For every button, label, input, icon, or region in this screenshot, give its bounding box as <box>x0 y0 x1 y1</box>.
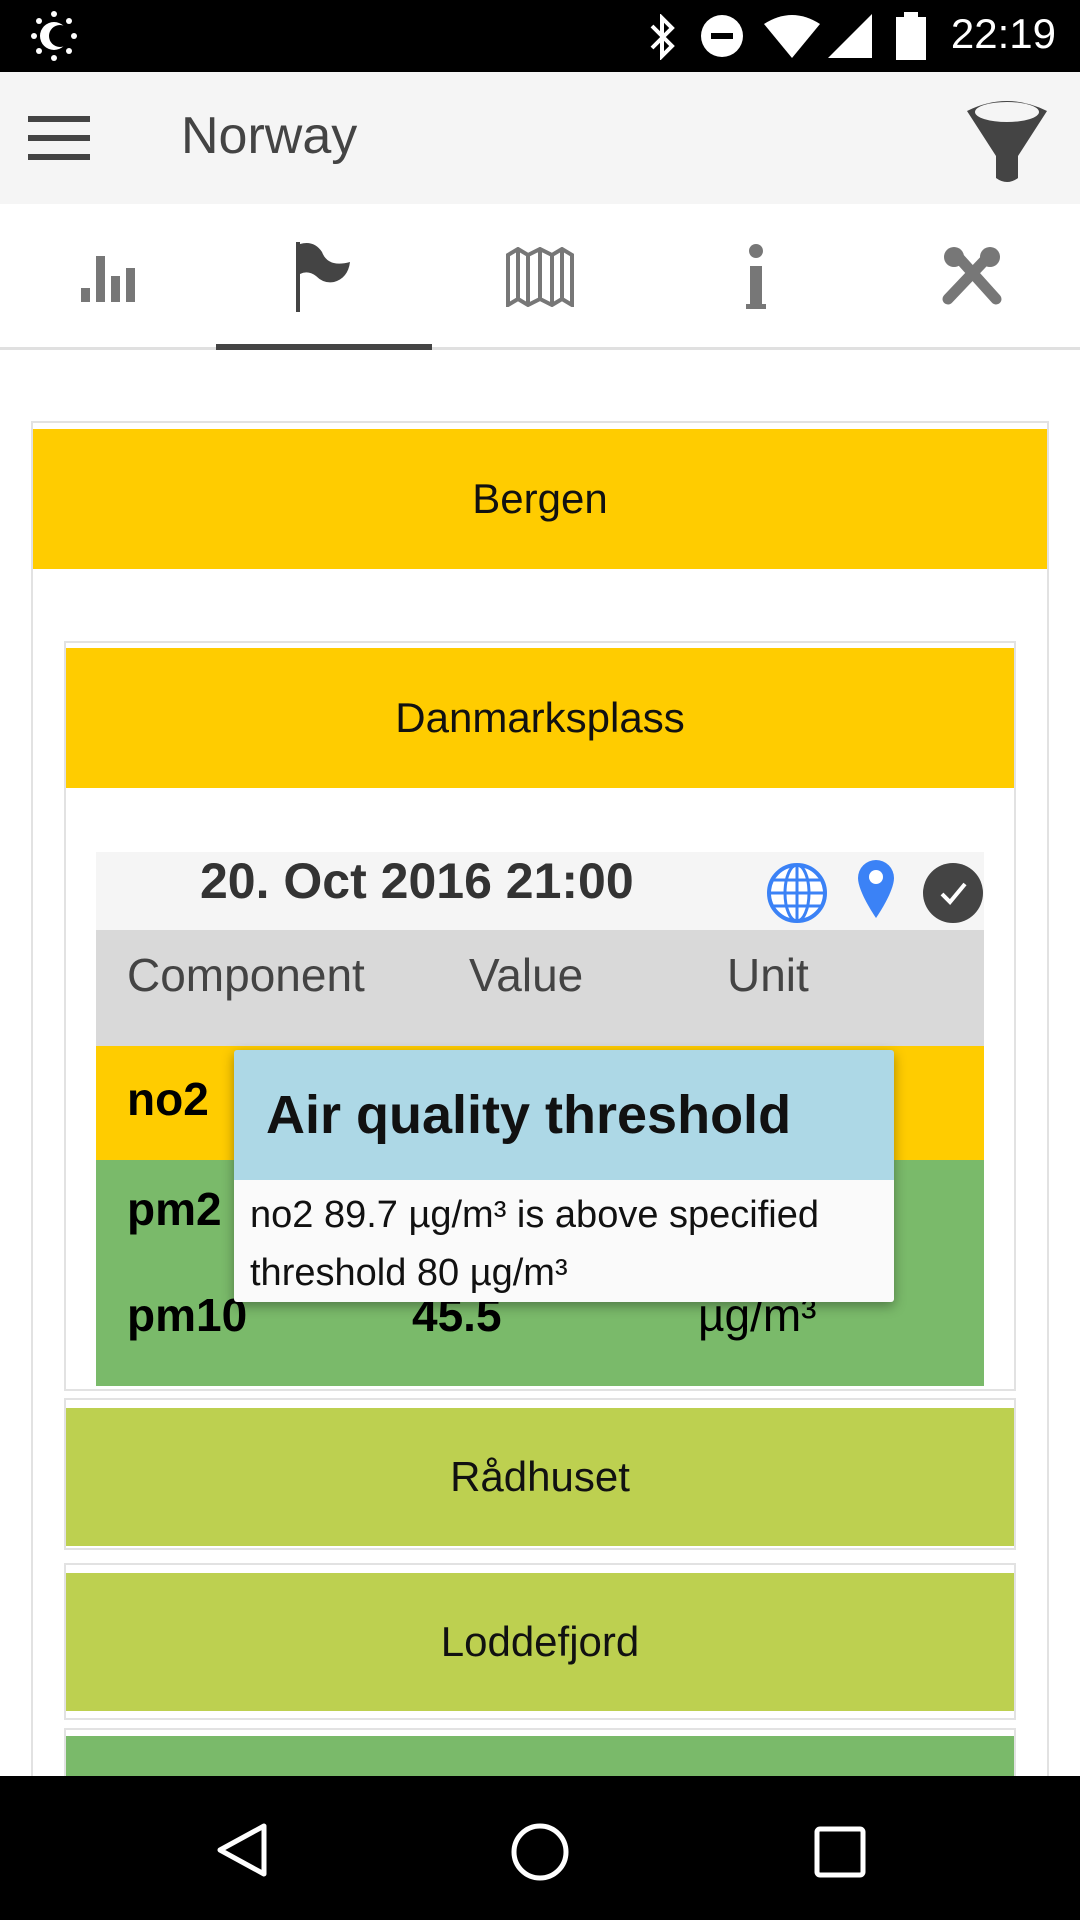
region-header-bergen[interactable]: Bergen <box>33 429 1047 569</box>
threshold-popup[interactable]: Air quality threshold no2 89.7 µg/m³ is … <box>234 1050 894 1302</box>
tools-icon <box>942 247 1002 305</box>
back-icon[interactable] <box>214 1822 270 1878</box>
component-name: pm10 <box>127 1289 248 1341</box>
bluetooth-icon <box>650 14 675 60</box>
flag-icon <box>296 242 350 312</box>
component-name: pm2 <box>127 1183 222 1235</box>
info-icon <box>746 244 766 309</box>
menu-icon[interactable] <box>28 116 90 160</box>
location-pin-icon[interactable] <box>858 860 894 918</box>
page-title: Norway <box>181 107 358 165</box>
tab-stations[interactable] <box>216 204 432 350</box>
active-tab-indicator <box>216 344 432 350</box>
popup-title: Air quality threshold <box>266 1085 792 1145</box>
column-header-component: Component <box>127 949 365 1001</box>
tab-map[interactable] <box>432 204 648 350</box>
clock: 22:19 <box>950 10 1056 57</box>
globe-icon[interactable] <box>766 862 828 924</box>
station-header-loddefjord[interactable]: Loddefjord <box>66 1573 1014 1711</box>
status-bar: 22:19 <box>0 0 1080 72</box>
component-name: no2 <box>127 1073 209 1125</box>
timestamp-row: 20. Oct 2016 21:00 <box>96 852 984 930</box>
bar-chart-icon <box>81 256 135 302</box>
map-icon <box>506 247 574 307</box>
tab-info[interactable] <box>648 204 864 350</box>
recents-icon[interactable] <box>814 1826 866 1878</box>
brightness-icon <box>31 11 77 61</box>
do-not-disturb-icon <box>701 15 743 57</box>
column-header-unit: Unit <box>727 949 809 1001</box>
popup-header: Air quality threshold <box>234 1050 894 1180</box>
table-header: Component Value Unit <box>96 930 984 1046</box>
popup-message: no2 89.7 µg/m³ is above specified thresh… <box>234 1180 894 1302</box>
signal-icon <box>828 14 872 58</box>
tab-bar <box>0 204 1080 350</box>
filter-icon[interactable] <box>962 96 1052 186</box>
column-header-value: Value <box>469 949 584 1001</box>
check-icon[interactable] <box>922 862 984 924</box>
battery-icon <box>896 12 926 60</box>
station-header-radhuset[interactable]: Rådhuset <box>66 1408 1014 1546</box>
timestamp: 20. Oct 2016 21:00 <box>200 853 634 909</box>
app-bar: Norway <box>0 72 1080 204</box>
station-header-danmarksplass[interactable]: Danmarksplass <box>66 648 1014 788</box>
tab-settings[interactable] <box>864 204 1080 350</box>
wifi-icon <box>764 15 820 58</box>
home-icon[interactable] <box>510 1822 570 1882</box>
tab-statistics[interactable] <box>0 204 216 350</box>
navigation-bar <box>0 1776 1080 1920</box>
